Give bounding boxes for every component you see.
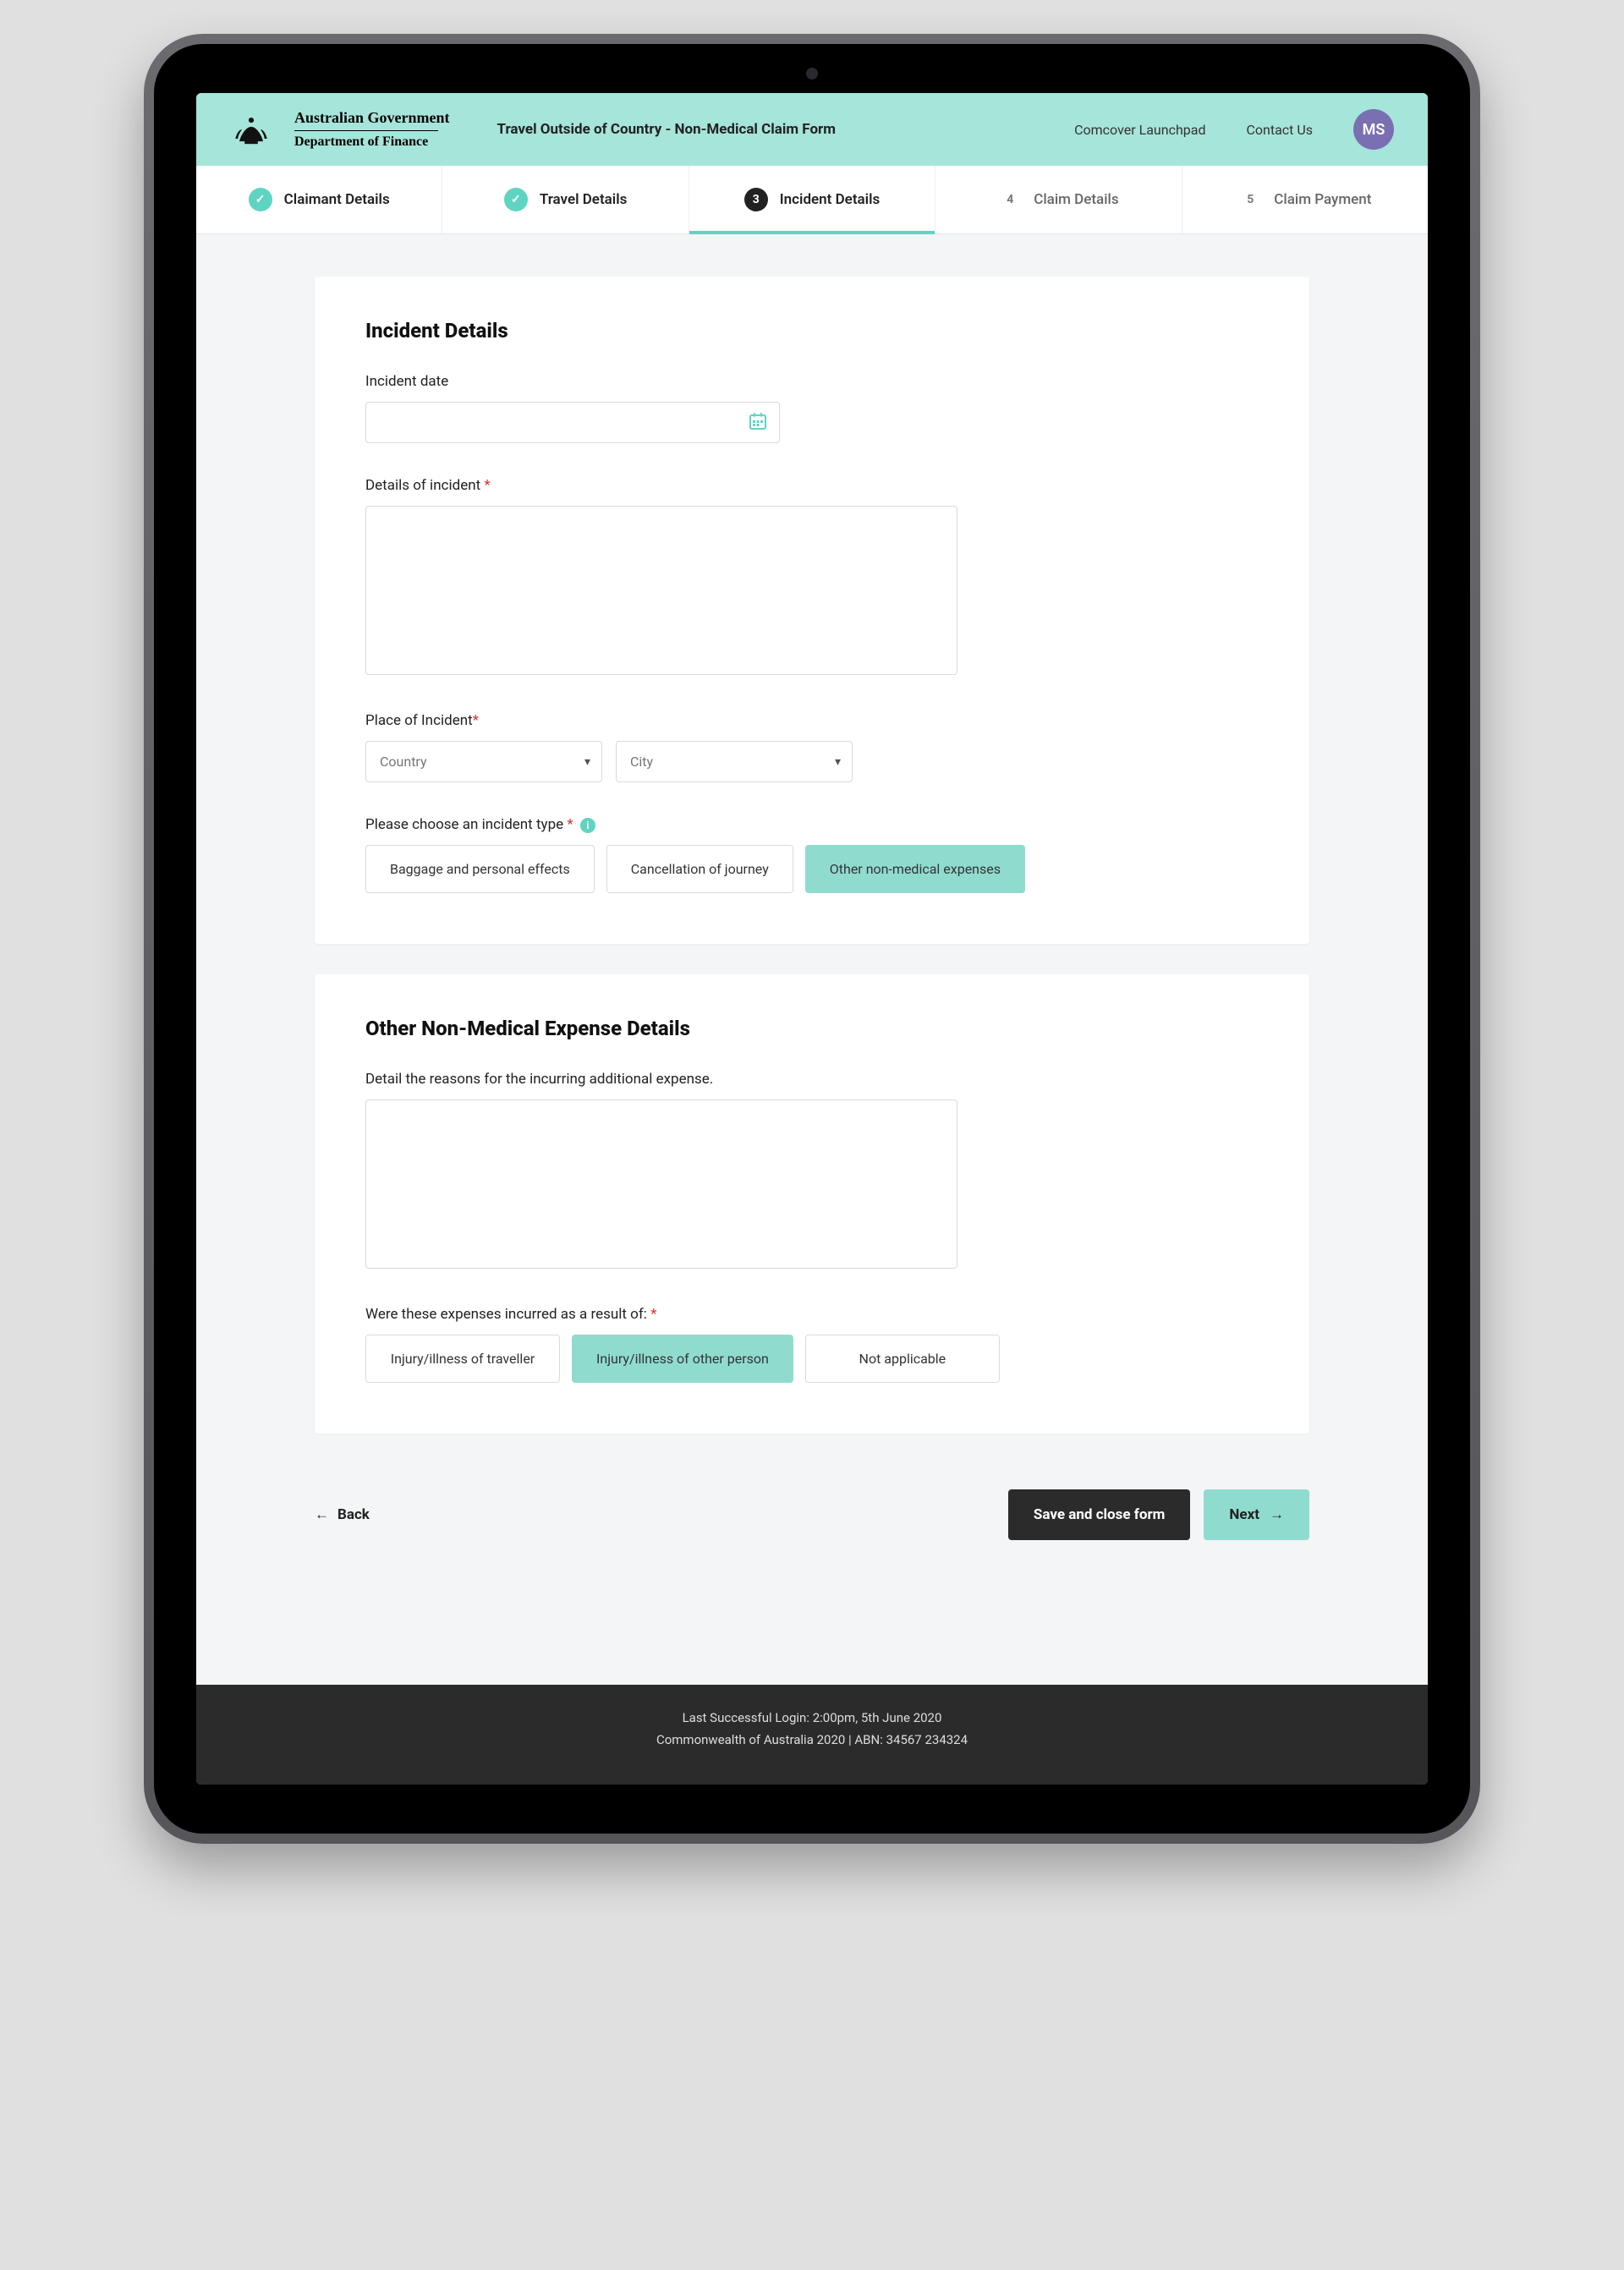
save-label: Save and close form (1034, 1506, 1166, 1523)
incident-details-card: Incident Details Incident date Details o… (315, 277, 1309, 944)
gov-line1: Australian Government (294, 110, 450, 127)
option-not-applicable[interactable]: Not applicable (805, 1335, 1000, 1383)
required-asterisk: * (650, 1306, 656, 1323)
form-title: Travel Outside of Country - Non-Medical … (497, 121, 837, 138)
details-of-incident-label: Details of incident * (365, 477, 1259, 494)
step-travel-details[interactable]: ✓ Travel Details (442, 166, 689, 233)
incident-date-field (365, 402, 780, 443)
arrow-right-icon: → (1270, 1506, 1284, 1523)
label-text: Please choose an incident type (365, 816, 567, 833)
back-label: Back (337, 1506, 370, 1523)
place-of-incident-label: Place of Incident* (365, 712, 1259, 729)
next-button[interactable]: Next → (1204, 1489, 1309, 1540)
country-select-wrap (365, 741, 602, 782)
option-baggage[interactable]: Baggage and personal effects (365, 845, 595, 893)
contact-link[interactable]: Contact Us (1246, 122, 1313, 138)
arrow-left-icon: ← (315, 1506, 329, 1523)
footer-copyright: Commonwealth of Australia 2020 | ABN: 34… (213, 1732, 1411, 1747)
label-text: Place of Incident (365, 712, 473, 729)
actions-right: Save and close form Next → (1008, 1489, 1309, 1540)
step-label: Claim Payment (1274, 191, 1371, 208)
required-asterisk: * (484, 477, 490, 494)
user-avatar[interactable]: MS (1353, 109, 1394, 150)
step-label: Travel Details (540, 191, 628, 208)
tablet-camera (806, 68, 818, 80)
footer-login-info: Last Successful Login: 2:00pm, 5th June … (213, 1710, 1411, 1725)
expense-detail-label: Detail the reasons for the incurring add… (365, 1071, 1259, 1088)
details-of-incident-textarea[interactable] (365, 506, 957, 675)
city-select[interactable] (616, 741, 853, 782)
next-label: Next (1229, 1506, 1259, 1523)
country-select[interactable] (365, 741, 602, 782)
calendar-icon[interactable] (748, 411, 768, 435)
step-number: 4 (998, 188, 1022, 211)
app-header: Australian Government Department of Fina… (196, 93, 1428, 166)
gov-title-block: Australian Government Department of Fina… (294, 110, 450, 149)
launchpad-link[interactable]: Comcover Launchpad (1074, 122, 1205, 138)
stepper: ✓ Claimant Details ✓ Travel Details 3 In… (196, 166, 1428, 234)
gov-divider (294, 130, 438, 131)
step-label: Claimant Details (284, 191, 390, 208)
city-select-wrap (616, 741, 853, 782)
step-incident-details[interactable]: 3 Incident Details (689, 166, 935, 233)
section-title: Other Non-Medical Expense Details (365, 1017, 1259, 1040)
place-select-row (365, 741, 1259, 782)
required-asterisk: * (473, 712, 479, 729)
step-number: 5 (1238, 188, 1262, 211)
app-screen: Australian Government Department of Fina… (196, 93, 1428, 1785)
expense-result-label: Were these expenses incurred as a result… (365, 1306, 1259, 1323)
label-text: Were these expenses incurred as a result… (365, 1306, 650, 1323)
required-asterisk: * (567, 816, 573, 833)
gov-crest-icon (230, 108, 272, 151)
incident-date-input[interactable] (365, 402, 780, 443)
option-cancellation[interactable]: Cancellation of journey (606, 845, 793, 893)
incident-type-label: Please choose an incident type * i (365, 816, 1259, 833)
step-label: Incident Details (780, 191, 880, 208)
option-other-expenses[interactable]: Other non-medical expenses (805, 845, 1025, 893)
step-claim-payment[interactable]: 5 Claim Payment (1182, 166, 1428, 233)
gov-line2: Department of Finance (294, 134, 450, 150)
tablet-bezel: Australian Government Department of Fina… (154, 44, 1470, 1834)
header-right: Comcover Launchpad Contact Us MS (1074, 109, 1394, 150)
step-claimant-details[interactable]: ✓ Claimant Details (196, 166, 442, 233)
check-icon: ✓ (504, 188, 528, 211)
step-claim-details[interactable]: 4 Claim Details (935, 166, 1182, 233)
incident-date-label: Incident date (365, 373, 1259, 390)
section-title: Incident Details (365, 319, 1259, 343)
back-button[interactable]: ← Back (315, 1506, 370, 1523)
main-content: Incident Details Incident date Details o… (196, 234, 1428, 1685)
tablet-frame: Australian Government Department of Fina… (144, 34, 1480, 1844)
check-icon: ✓ (249, 188, 272, 211)
option-injury-traveller[interactable]: Injury/illness of traveller (365, 1335, 560, 1383)
info-icon[interactable]: i (580, 818, 595, 833)
form-actions: ← Back Save and close form Next → (315, 1464, 1309, 1599)
save-close-button[interactable]: Save and close form (1008, 1489, 1191, 1540)
label-text: Details of incident (365, 477, 484, 494)
option-injury-other[interactable]: Injury/illness of other person (572, 1335, 793, 1383)
other-expense-card: Other Non-Medical Expense Details Detail… (315, 974, 1309, 1434)
expense-result-options: Injury/illness of traveller Injury/illne… (365, 1335, 1259, 1383)
incident-type-options: Baggage and personal effects Cancellatio… (365, 845, 1259, 893)
expense-detail-textarea[interactable] (365, 1099, 957, 1269)
footer: Last Successful Login: 2:00pm, 5th June … (196, 1685, 1428, 1785)
step-number: 3 (744, 188, 768, 211)
step-label: Claim Details (1034, 191, 1118, 208)
